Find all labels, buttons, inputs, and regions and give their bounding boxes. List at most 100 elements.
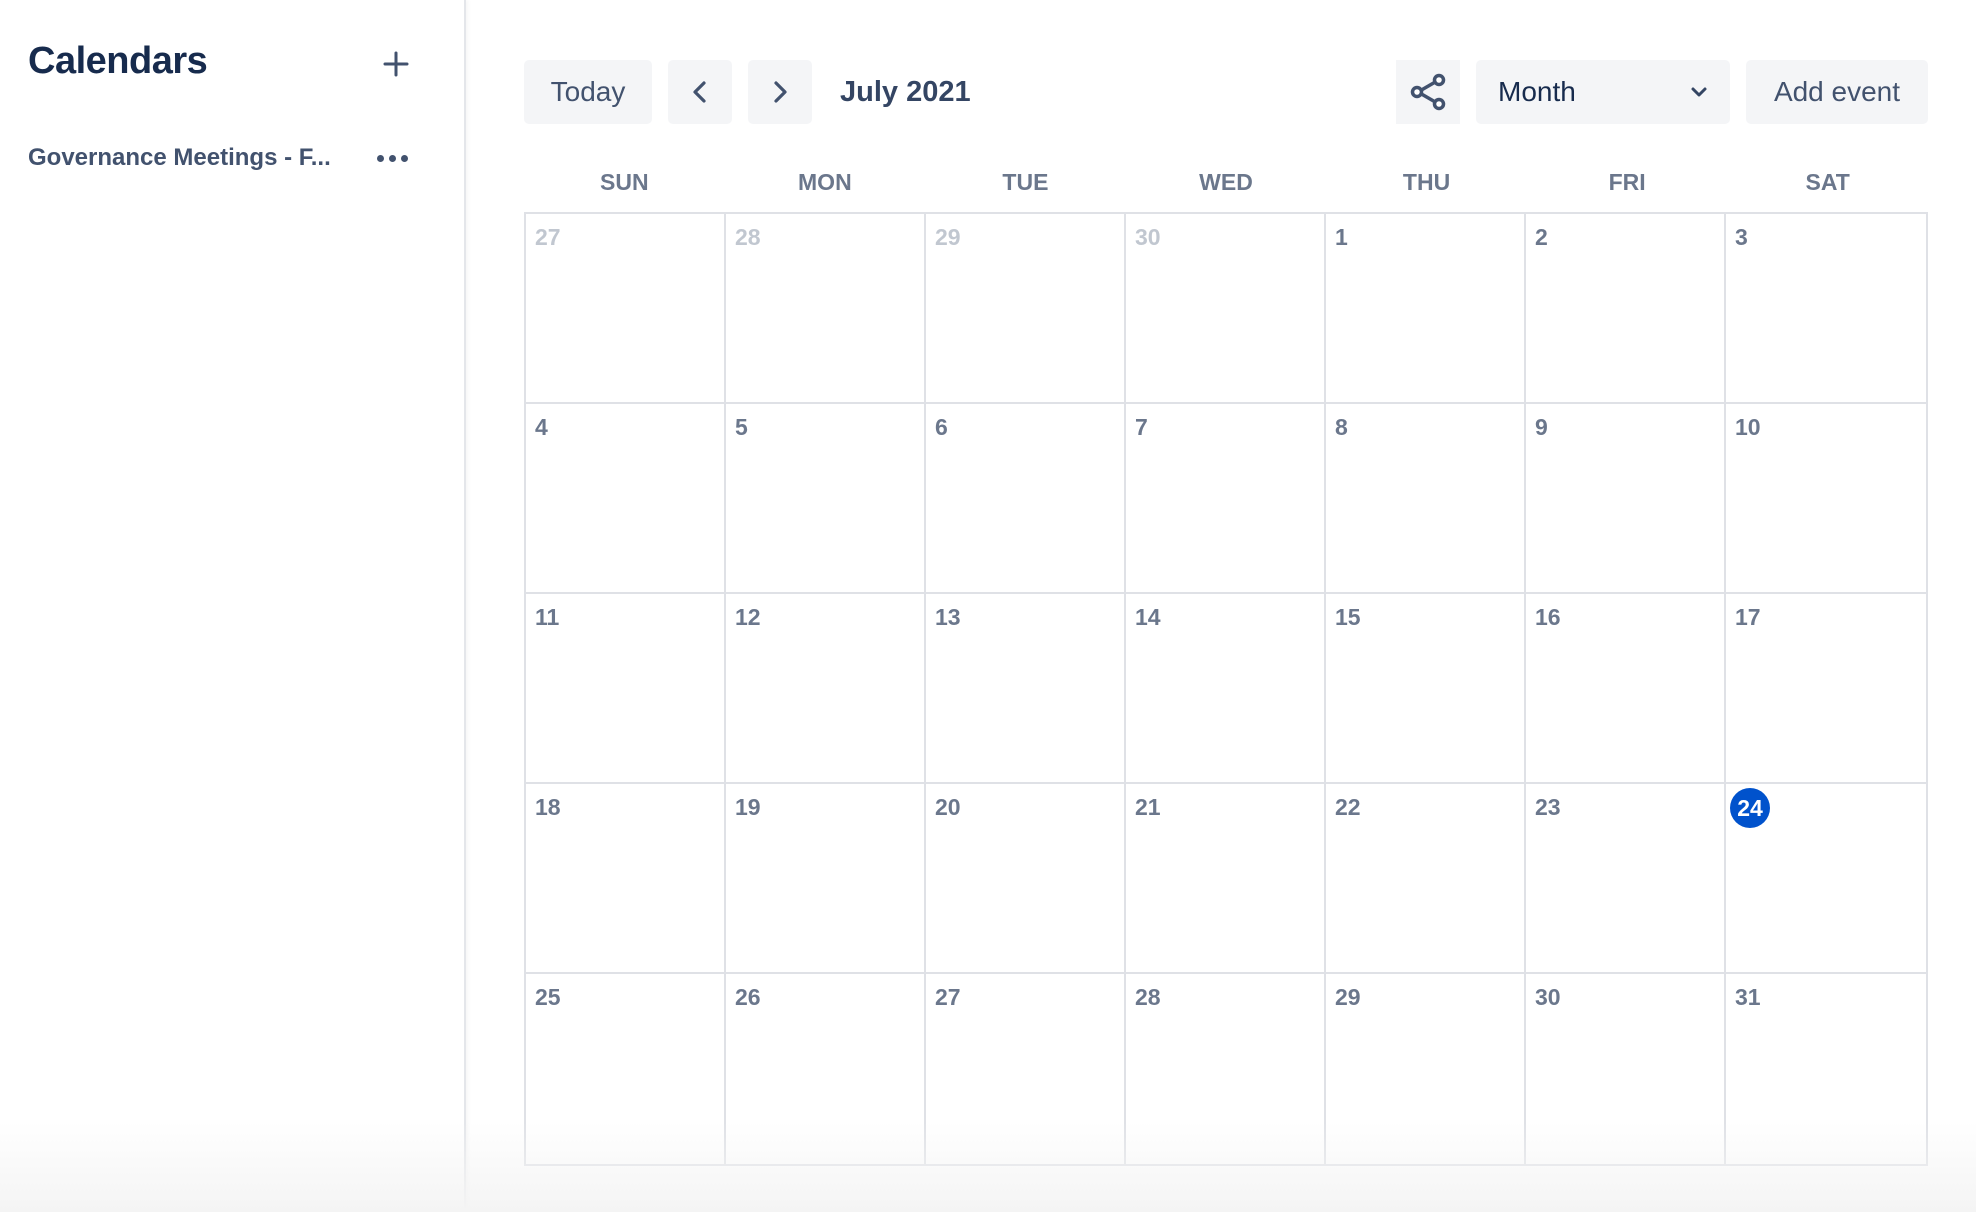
chevron-left-icon [693, 81, 706, 103]
day-cell-today[interactable]: 24 [1726, 784, 1926, 974]
weekday-header: SUN [600, 169, 649, 195]
month-grid: 27 28 29 30 1 2 3 4 5 6 7 8 9 10 11 12 13 14 15 16 17 18 19 20 2… [524, 212, 1928, 1166]
day-cell[interactable]: 7 [1126, 404, 1326, 594]
day-cell[interactable]: 12 [726, 594, 926, 784]
view-select[interactable]: Month [1476, 60, 1730, 124]
sidebar-title: Calendars [28, 40, 208, 82]
day-cell[interactable]: 15 [1326, 594, 1526, 784]
day-number: 26 [735, 984, 761, 1010]
day-cell[interactable]: 26 [726, 974, 926, 1164]
weekday-header: SAT [1805, 169, 1850, 195]
day-number: 3 [1735, 224, 1748, 250]
day-cell[interactable]: 22 [1326, 784, 1526, 974]
day-cell[interactable]: 21 [1126, 784, 1326, 974]
next-month-button[interactable] [748, 60, 812, 124]
day-number: 5 [735, 414, 748, 440]
day-number: 15 [1335, 604, 1361, 630]
calendar-list-item[interactable]: Governance Meetings - F... [28, 140, 428, 176]
day-number: 29 [1335, 984, 1361, 1010]
day-number: 20 [935, 794, 961, 820]
day-cell[interactable]: 10 [1726, 404, 1926, 594]
share-icon [1410, 73, 1446, 111]
day-cell[interactable]: 31 [1726, 974, 1926, 1164]
weekday-header: TUE [1002, 169, 1049, 195]
day-number: 27 [935, 984, 961, 1010]
calendar-more-button[interactable] [370, 143, 414, 173]
view-select-value: Month [1498, 76, 1576, 107]
day-cell[interactable]: 8 [1326, 404, 1526, 594]
day-number: 21 [1135, 794, 1161, 820]
day-number: 17 [1735, 604, 1761, 630]
day-number: 29 [935, 224, 961, 250]
day-cell[interactable]: 27 [926, 974, 1126, 1164]
day-number: 4 [535, 414, 548, 440]
day-cell[interactable]: 14 [1126, 594, 1326, 784]
day-number: 28 [1135, 984, 1161, 1010]
day-number: 8 [1335, 414, 1348, 440]
day-number: 23 [1535, 794, 1561, 820]
calendar-toolbar: Today July 2021 Month Add event [524, 60, 1928, 124]
day-cell[interactable]: 30 [1526, 974, 1726, 1164]
day-number: 13 [935, 604, 961, 630]
day-number: 12 [735, 604, 761, 630]
day-number: 27 [535, 224, 561, 250]
day-number: 10 [1735, 414, 1761, 440]
day-cell[interactable]: 17 [1726, 594, 1926, 784]
day-cell[interactable]: 29 [926, 214, 1126, 404]
day-cell[interactable]: 29 [1326, 974, 1526, 1164]
weekday-header: FRI [1608, 169, 1646, 195]
plus-icon [383, 51, 409, 77]
day-number: 2 [1535, 224, 1548, 250]
day-number: 1 [1335, 224, 1348, 250]
chevron-right-icon [774, 81, 787, 103]
day-cell[interactable]: 16 [1526, 594, 1726, 784]
day-cell[interactable]: 28 [726, 214, 926, 404]
day-number: 11 [535, 604, 560, 630]
previous-month-button[interactable] [668, 60, 732, 124]
day-number: 19 [735, 794, 761, 820]
current-period-label: July 2021 [840, 76, 971, 108]
day-cell[interactable]: 27 [526, 214, 726, 404]
day-cell[interactable]: 9 [1526, 404, 1726, 594]
day-cell[interactable]: 3 [1726, 214, 1926, 404]
share-button[interactable] [1396, 60, 1460, 124]
day-cell[interactable]: 1 [1326, 214, 1526, 404]
day-number: 30 [1535, 984, 1561, 1010]
day-number: 30 [1135, 224, 1161, 250]
day-cell[interactable]: 5 [726, 404, 926, 594]
weekday-header: THU [1402, 169, 1451, 195]
calendar-name: Governance Meetings - F... [28, 144, 331, 171]
day-cell[interactable]: 30 [1126, 214, 1326, 404]
weekday-header: WED [1199, 169, 1253, 195]
day-cell[interactable]: 6 [926, 404, 1126, 594]
day-cell[interactable]: 23 [1526, 784, 1726, 974]
day-number: 14 [1135, 604, 1161, 630]
chevron-down-icon [1691, 87, 1707, 97]
day-number: 16 [1535, 604, 1561, 630]
today-button[interactable]: Today [524, 60, 652, 124]
more-horizontal-icon [376, 154, 408, 162]
day-number: 9 [1535, 414, 1548, 440]
day-number: 18 [535, 794, 561, 820]
today-date-badge: 24 [1730, 788, 1770, 828]
day-cell[interactable]: 11 [526, 594, 726, 784]
day-cell[interactable]: 28 [1126, 974, 1326, 1164]
day-number: 7 [1135, 414, 1148, 440]
day-cell[interactable]: 25 [526, 974, 726, 1164]
day-cell[interactable]: 13 [926, 594, 1126, 784]
day-number: 28 [735, 224, 761, 250]
add-event-button[interactable]: Add event [1746, 60, 1928, 124]
day-number: 25 [535, 984, 561, 1010]
day-cell[interactable]: 20 [926, 784, 1126, 974]
day-number: 6 [935, 414, 948, 440]
weekday-header-row: SUN MON TUE WED THU FRI SAT [524, 164, 1928, 204]
day-number: 31 [1735, 984, 1761, 1010]
sidebar: Calendars Governance Meetings - F... [0, 0, 466, 1212]
day-cell[interactable]: 4 [526, 404, 726, 594]
add-calendar-button[interactable] [376, 44, 416, 84]
day-cell[interactable]: 18 [526, 784, 726, 974]
day-number: 22 [1335, 794, 1361, 820]
day-cell[interactable]: 2 [1526, 214, 1726, 404]
weekday-header: MON [798, 169, 852, 195]
day-cell[interactable]: 19 [726, 784, 926, 974]
